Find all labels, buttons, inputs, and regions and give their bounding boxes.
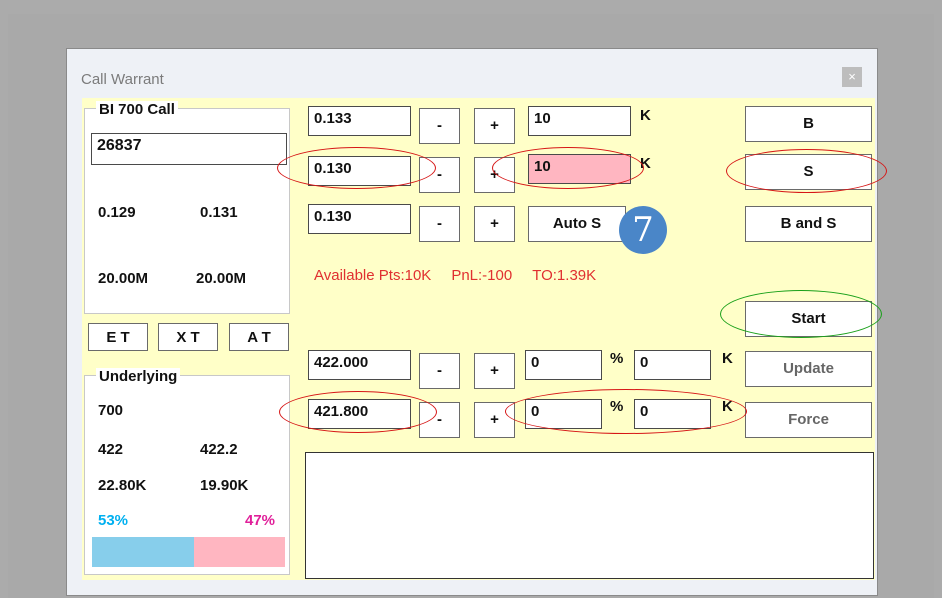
warrant-ask-volume: 20.00M <box>196 270 247 287</box>
close-icon[interactable]: × <box>842 67 862 87</box>
annotation-oval-start <box>720 290 882 338</box>
annotation-oval-sell-price <box>277 147 436 189</box>
warrant-code-input[interactable]: 26837 <box>91 133 287 165</box>
buy-qty-input[interactable]: 10 <box>528 106 631 136</box>
annotation-oval-sell-qty <box>492 147 644 189</box>
auto-price-input[interactable]: 0.130 <box>308 204 411 234</box>
pct-unit-1: % <box>610 350 624 367</box>
warrant-group-title: BI 700 Call <box>96 101 178 118</box>
buy-button[interactable]: B <box>745 106 872 142</box>
warrant-bid-volume: 20.00M <box>98 270 149 287</box>
auto-sell-button[interactable]: Auto S <box>528 206 626 242</box>
annotation-oval-stock-price <box>279 391 437 433</box>
window-title: Call Warrant <box>81 71 164 88</box>
warrant-bid: 0.129 <box>98 204 136 221</box>
bid-percentage: 53% <box>98 512 129 529</box>
annotation-oval-sell-button <box>726 149 887 193</box>
warrant-ask: 0.131 <box>200 204 238 221</box>
bid-pressure-bar <box>92 537 194 567</box>
available-points: Available Pts:10K <box>314 267 432 284</box>
underlying-group-title: Underlying <box>96 368 181 385</box>
status-line: Available Pts:10K PnL:-100 TO:1.39K <box>314 267 616 284</box>
update-button[interactable]: Update <box>745 351 872 387</box>
buy-and-sell-button[interactable]: B and S <box>745 206 872 242</box>
at-button[interactable]: A T <box>229 323 289 351</box>
turnover-value: TO:1.39K <box>532 267 597 284</box>
step-number-badge: 7 <box>619 206 667 254</box>
stock-price-minus-button-1[interactable]: - <box>419 353 460 389</box>
annotation-oval-stock-pct-k <box>505 389 747 434</box>
buy-price-input[interactable]: 0.133 <box>308 106 411 136</box>
auto-price-minus-button[interactable]: - <box>419 206 460 242</box>
xt-button[interactable]: X T <box>158 323 218 351</box>
buy-price-plus-button[interactable]: + <box>474 108 515 144</box>
title-bar: Call Warrant × <box>67 49 877 97</box>
log-textarea[interactable] <box>305 452 874 579</box>
underlying-bid-volume: 22.80K <box>98 477 147 494</box>
stock-price-plus-button-1[interactable]: + <box>474 353 515 389</box>
stock-price-input-1[interactable]: 422.000 <box>308 350 411 380</box>
underlying-ask: 422.2 <box>200 441 238 458</box>
et-button[interactable]: E T <box>88 323 148 351</box>
stock-pct-input-1[interactable]: 0 <box>525 350 602 380</box>
buy-qty-unit: K <box>640 107 651 124</box>
k-unit-1: K <box>722 350 733 367</box>
buy-price-minus-button[interactable]: - <box>419 108 460 144</box>
auto-price-plus-button[interactable]: + <box>474 206 515 242</box>
stock-k-input-1[interactable]: 0 <box>634 350 711 380</box>
force-button[interactable]: Force <box>745 402 872 438</box>
underlying-bid: 422 <box>98 441 124 458</box>
pnl-value: PnL:-100 <box>451 267 513 284</box>
underlying-code: 700 <box>98 402 124 419</box>
ask-pressure-bar <box>194 537 285 567</box>
ask-percentage: 47% <box>245 512 276 529</box>
underlying-ask-volume: 19.90K <box>200 477 249 494</box>
